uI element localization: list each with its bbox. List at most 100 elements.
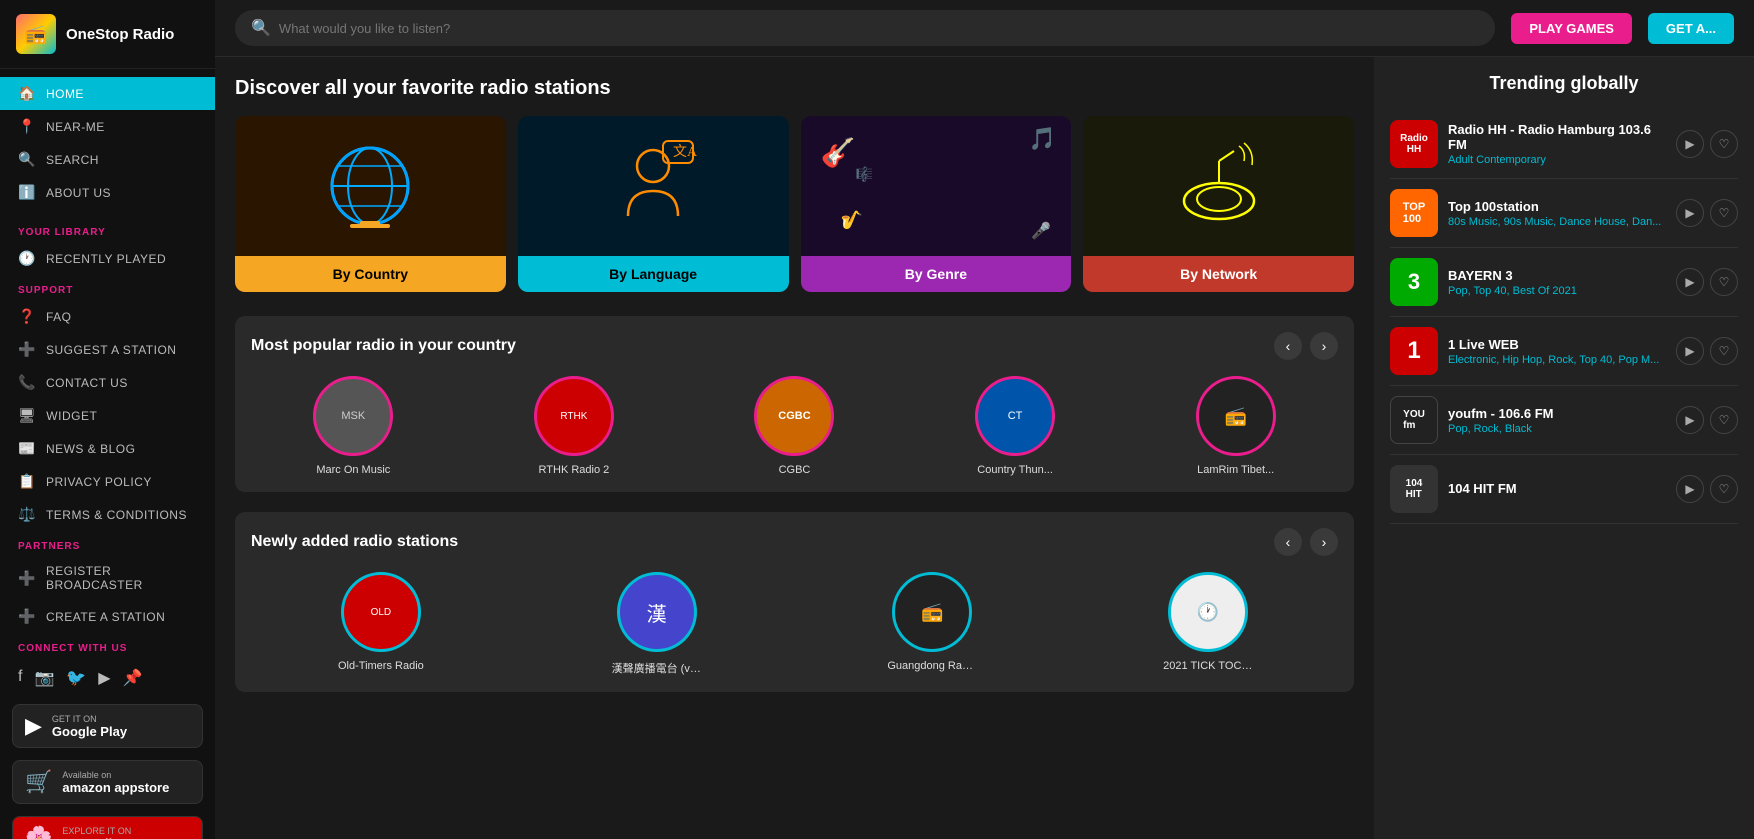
youfm-info: youfm - 106.6 FM Pop, Rock, Black	[1448, 406, 1666, 435]
guangdong-name: Guangdong Radio - Pea...	[887, 660, 977, 672]
1live-info: 1 Live WEB Electronic, Hip Hop, Rock, To…	[1448, 337, 1666, 366]
104hit-play[interactable]: ▶	[1676, 475, 1704, 503]
lamrim-name: LamRim Tibet...	[1197, 464, 1274, 476]
top100-like[interactable]: ♡	[1710, 199, 1738, 227]
connect-label: CONNECT WITH US	[0, 633, 215, 658]
sidebar-item-home[interactable]: 🏠 HOME	[0, 77, 215, 110]
popular-prev-arrow[interactable]: ‹	[1274, 332, 1302, 360]
country-card-label: By Country	[235, 256, 506, 292]
search-icon: 🔍	[18, 151, 36, 168]
get-button[interactable]: GET A...	[1648, 13, 1734, 44]
sidebar-label-register: REGISTER BROADCASTER	[46, 564, 197, 592]
sidebar-item-news[interactable]: 📰 NEWS & BLOG	[0, 432, 215, 465]
discover-card-language[interactable]: 文A By Language	[518, 116, 789, 292]
youfm-like[interactable]: ♡	[1710, 406, 1738, 434]
play-games-button[interactable]: PLAY GAMES	[1511, 13, 1632, 44]
station-card-old-timers[interactable]: OLD Old-Timers Radio	[251, 572, 511, 676]
sidebar-label-home: HOME	[46, 87, 84, 101]
trending-item-104hit[interactable]: 104HIT 104 HIT FM ▶ ♡	[1390, 455, 1738, 524]
sidebar-item-recently-played[interactable]: 🕐 RECENTLY PLAYED	[0, 242, 215, 275]
discover-title: Discover all your favorite radio station…	[235, 77, 1354, 100]
station-card-lamrim[interactable]: 📻 LamRim Tibet...	[1133, 376, 1338, 476]
trending-item-bayern3[interactable]: 3 BAYERN 3 Pop, Top 40, Best Of 2021 ▶ ♡	[1390, 248, 1738, 317]
bayern3-play[interactable]: ▶	[1676, 268, 1704, 296]
discover-card-network[interactable]: By Network	[1083, 116, 1354, 292]
sidebar-item-near-me[interactable]: 📍 NEAR-ME	[0, 110, 215, 143]
discover-card-country[interactable]: By Country	[235, 116, 506, 292]
station-card-rthk[interactable]: RTHK RTHK Radio 2	[472, 376, 677, 476]
language-card-img: 文A	[518, 116, 789, 256]
sidebar-logo: 📻 OneStop Radio	[0, 0, 215, 69]
popular-station-row: MSK Marc On Music RTHK RTHK Radio 2 CGBC	[251, 376, 1338, 476]
trending-item-youfm[interactable]: YOUfm youfm - 106.6 FM Pop, Rock, Black …	[1390, 386, 1738, 455]
1live-like[interactable]: ♡	[1710, 337, 1738, 365]
station-card-guangdong[interactable]: 📻 Guangdong Radio - Pea...	[803, 572, 1063, 676]
huawei-store-button[interactable]: 🌸 EXPLORE IT ON AppGallery	[12, 816, 203, 839]
sidebar-item-terms[interactable]: ⚖️ TERMS & CONDITIONS	[0, 498, 215, 531]
trending-item-1live[interactable]: 1 1 Live WEB Electronic, Hip Hop, Rock, …	[1390, 317, 1738, 386]
newly-prev-arrow[interactable]: ‹	[1274, 528, 1302, 556]
pinterest-icon[interactable]: 📌	[123, 668, 143, 688]
faq-icon: ❓	[18, 308, 36, 325]
rthk-avatar: RTHK	[534, 376, 614, 456]
google-play-big: Google Play	[52, 724, 127, 739]
search-box: 🔍	[235, 10, 1495, 46]
youfm-avatar: YOUfm	[1390, 396, 1438, 444]
station-card-cgbc[interactable]: CGBC CGBC	[692, 376, 897, 476]
radio-hh-name: Radio HH - Radio Hamburg 103.6 FM	[1448, 122, 1666, 152]
search-input[interactable]	[279, 21, 1479, 36]
facebook-icon[interactable]: f	[18, 668, 22, 688]
sidebar-item-widget[interactable]: 🖥 WIDGET	[0, 399, 215, 432]
station-card-marc[interactable]: MSK Marc On Music	[251, 376, 456, 476]
sidebar-item-register[interactable]: ➕ REGISTER BROADCASTER	[0, 556, 215, 600]
sidebar-label-contact: CONTACT US	[46, 376, 128, 390]
sidebar-label-recently-played: RECENTLY PLAYED	[46, 252, 166, 266]
sidebar-item-faq[interactable]: ❓ FAQ	[0, 300, 215, 333]
privacy-icon: 📋	[18, 473, 36, 490]
sidebar-item-suggest[interactable]: ➕ SUGGEST A STATION	[0, 333, 215, 366]
country-card-img	[235, 116, 506, 256]
station-card-country-thun[interactable]: CT Country Thun...	[913, 376, 1118, 476]
104hit-actions: ▶ ♡	[1676, 475, 1738, 503]
sidebar-item-privacy[interactable]: 📋 PRIVACY POLICY	[0, 465, 215, 498]
104hit-like[interactable]: ♡	[1710, 475, 1738, 503]
cgbc-avatar: CGBC	[754, 376, 834, 456]
google-play-button[interactable]: ▶ GET IT ON Google Play	[12, 704, 203, 748]
bayern3-genre: Pop, Top 40, Best Of 2021	[1448, 285, 1666, 297]
bayern3-like[interactable]: ♡	[1710, 268, 1738, 296]
station-card-han[interactable]: 漢 漢聲廣播電台 (voice of h...	[527, 572, 787, 676]
create-icon: ➕	[18, 608, 36, 625]
discover-card-genre[interactable]: 🎸 🎵 🎷 🎤 🎼 By Genre	[801, 116, 1072, 292]
sidebar-item-search[interactable]: 🔍 SEARCH	[0, 143, 215, 176]
radio-hh-play[interactable]: ▶	[1676, 130, 1704, 158]
sidebar-item-contact[interactable]: 📞 CONTACT US	[0, 366, 215, 399]
google-play-icon: ▶	[25, 713, 42, 739]
radio-hh-like[interactable]: ♡	[1710, 130, 1738, 158]
amazon-big: amazon appstore	[62, 780, 169, 795]
genre-card-img: 🎸 🎵 🎷 🎤 🎼	[801, 116, 1072, 256]
your-library-label: YOUR LIBRARY	[0, 217, 215, 242]
trending-item-top100[interactable]: TOP100 Top 100station 80s Music, 90s Mus…	[1390, 179, 1738, 248]
newly-next-arrow[interactable]: ›	[1310, 528, 1338, 556]
station-card-tick-tock[interactable]: 🕐 2021 TICK TOCK RADIO	[1078, 572, 1338, 676]
amazon-store-button[interactable]: 🛒 Available on amazon appstore	[12, 760, 203, 804]
1live-play[interactable]: ▶	[1676, 337, 1704, 365]
discover-section: Discover all your favorite radio station…	[235, 77, 1354, 292]
newly-station-row: OLD Old-Timers Radio 漢 漢聲廣播電台 (voice of …	[251, 572, 1338, 676]
sidebar-item-create-station[interactable]: ➕ CREATE A STATION	[0, 600, 215, 633]
top100-play[interactable]: ▶	[1676, 199, 1704, 227]
sidebar-label-widget: WIDGET	[46, 409, 97, 423]
sidebar-label-faq: FAQ	[46, 310, 72, 324]
main-content: Discover all your favorite radio station…	[215, 57, 1374, 839]
twitter-icon[interactable]: 🐦	[66, 668, 86, 688]
sidebar-item-about-us[interactable]: ℹ️ ABOUT US	[0, 176, 215, 209]
bayern3-avatar: 3	[1390, 258, 1438, 306]
trending-item-radio-hh[interactable]: RadioHH Radio HH - Radio Hamburg 103.6 F…	[1390, 110, 1738, 179]
rthk-name: RTHK Radio 2	[539, 464, 610, 476]
youfm-genre: Pop, Rock, Black	[1448, 423, 1666, 435]
instagram-icon[interactable]: 📷	[34, 668, 54, 688]
youtube-icon[interactable]: ▶	[98, 668, 110, 688]
popular-next-arrow[interactable]: ›	[1310, 332, 1338, 360]
youfm-play[interactable]: ▶	[1676, 406, 1704, 434]
popular-section: Most popular radio in your country ‹ › M…	[235, 316, 1354, 492]
